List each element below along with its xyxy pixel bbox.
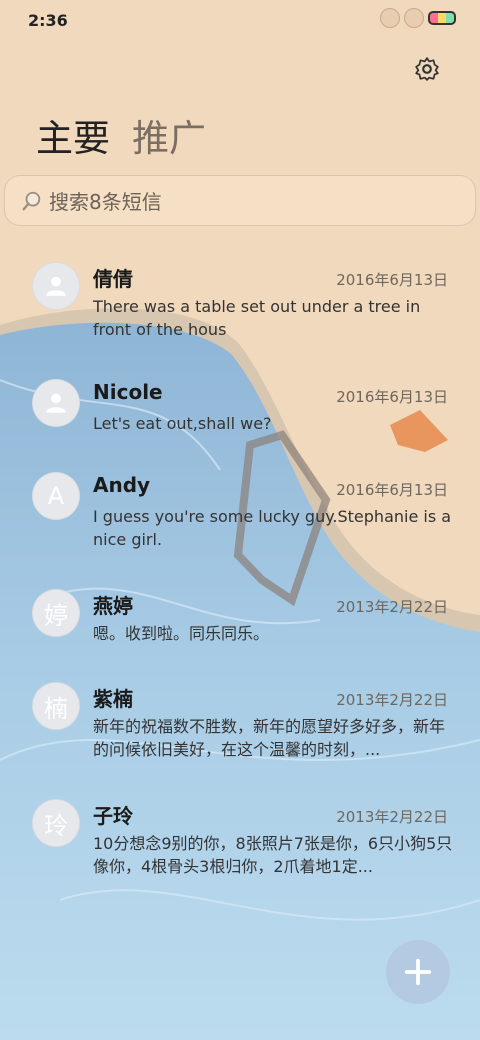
message-preview: 新年的祝福数不胜数，新年的愿望好多好多，新年的问候依旧美好，在这个温馨的时刻，.… bbox=[93, 717, 446, 759]
avatar: 楠 bbox=[32, 682, 80, 730]
search-placeholder: 搜索8条短信 bbox=[49, 190, 162, 214]
avatar bbox=[32, 262, 80, 310]
contact-name: Nicole bbox=[93, 380, 163, 404]
message-date: 2016年6月13日 bbox=[336, 481, 448, 499]
message-preview: 10分想念9别的你，8张照片7张是你，6只小狗5只像你，4根骨头3根归你，2爪着… bbox=[93, 834, 453, 876]
avatar-letter: 楠 bbox=[44, 694, 68, 723]
avatar: A bbox=[32, 472, 80, 520]
avatar bbox=[32, 379, 80, 427]
notification-icon bbox=[404, 8, 424, 28]
contact-name: 倩倩 bbox=[93, 267, 133, 291]
message-date: 2013年2月22日 bbox=[336, 808, 448, 826]
tab-bar: 主要 推广 bbox=[36, 108, 206, 162]
message-preview: I guess you're some lucky guy.Stephanie … bbox=[93, 507, 452, 549]
avatar-letter: 婷 bbox=[44, 601, 68, 630]
message-date: 2013年2月22日 bbox=[336, 691, 448, 709]
new-message-button[interactable] bbox=[386, 940, 450, 1004]
list-item[interactable]: A Andy 2016年6月13日 I guess you're some lu… bbox=[0, 465, 480, 575]
battery-icon bbox=[428, 11, 456, 25]
notification-icon bbox=[380, 8, 400, 28]
list-item[interactable]: 倩倩 2016年6月13日 There was a table set out … bbox=[0, 255, 480, 365]
status-time: 2:36 bbox=[28, 11, 68, 30]
person-icon bbox=[46, 276, 66, 296]
search-bar[interactable]: 搜索8条短信 bbox=[4, 175, 476, 226]
contact-name: 紫楠 bbox=[93, 687, 133, 711]
contact-name: Andy bbox=[93, 473, 151, 497]
contact-name: 子玲 bbox=[93, 804, 133, 828]
avatar: 婷 bbox=[32, 589, 80, 637]
message-preview: Let's eat out,shall we? bbox=[93, 414, 272, 433]
search-icon bbox=[22, 191, 41, 210]
list-item[interactable]: 玲 子玲 2013年2月22日 10分想念9别的你，8张照片7张是你，6只小狗5… bbox=[0, 792, 480, 902]
person-icon bbox=[46, 393, 66, 413]
tab-promotions[interactable]: 推广 bbox=[132, 108, 206, 162]
gear-icon[interactable] bbox=[414, 56, 440, 82]
message-date: 2013年2月22日 bbox=[336, 598, 448, 616]
avatar-letter: 玲 bbox=[44, 811, 68, 840]
avatar-letter: A bbox=[47, 482, 65, 510]
status-bar: 2:36 bbox=[0, 0, 480, 40]
message-date: 2016年6月13日 bbox=[336, 271, 448, 289]
message-preview: 嗯。收到啦。同乐同乐。 bbox=[93, 624, 270, 643]
avatar: 玲 bbox=[32, 799, 80, 847]
message-date: 2016年6月13日 bbox=[336, 388, 448, 406]
status-icons bbox=[380, 8, 456, 28]
tab-primary[interactable]: 主要 bbox=[36, 108, 110, 162]
contact-name: 燕婷 bbox=[93, 594, 133, 618]
message-preview: There was a table set out under a tree i… bbox=[93, 297, 421, 339]
plus-icon bbox=[404, 958, 432, 986]
list-item[interactable]: 楠 紫楠 2013年2月22日 新年的祝福数不胜数，新年的愿望好多好多，新年的问… bbox=[0, 675, 480, 785]
